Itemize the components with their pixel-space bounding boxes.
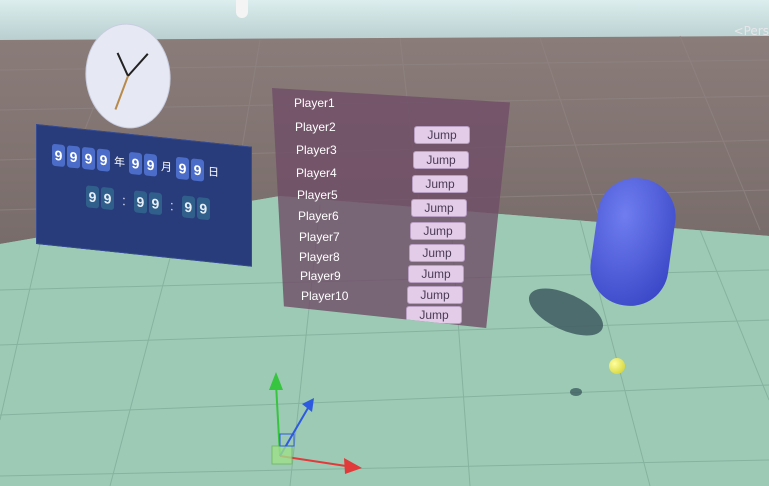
year-digit: 9 [82,146,95,171]
player-name: Player2 [295,120,336,134]
jump-button-player5[interactable]: Jump [411,199,467,217]
jump-button-player2[interactable]: Jump [414,126,470,144]
year-digit: 9 [52,143,65,168]
jump-button-player8[interactable]: Jump [408,265,464,283]
player-list-panel: Player1 Player2 Jump Player3 Jump Player… [272,88,510,328]
date-time-panel: 9 9 9 9 年 9 9 月 9 9 日 9 9 : 9 9 : 9 9 [36,124,252,267]
year-digit: 9 [97,148,110,172]
sphere-shadow [570,388,582,396]
year-digit: 9 [67,145,80,169]
month-digit: 9 [144,153,157,177]
player-name: Player7 [299,230,340,244]
jump-button-player3[interactable]: Jump [413,151,469,169]
day-digit: 9 [191,158,204,182]
jump-button-player9[interactable]: Jump [407,286,463,304]
time-separator: : [122,192,126,209]
month-unit: 月 [161,160,172,175]
time-row: 9 9 : 9 9 : 9 9 [86,185,210,221]
analog-clock [79,18,178,135]
player-name: Player9 [300,269,341,283]
scene-handle[interactable] [236,0,248,18]
day-unit: 日 [208,165,219,180]
hour-digit: 9 [86,185,99,209]
player-name: Player4 [296,166,337,180]
second-digit: 9 [181,195,195,219]
gizmo-plane-handle[interactable] [271,445,293,465]
time-separator: : [169,197,174,214]
player-name: Player3 [296,143,337,157]
month-digit: 9 [129,151,142,176]
second-digit: 9 [196,196,210,221]
day-digit: 9 [176,156,189,181]
hour-digit: 9 [101,186,114,211]
sphere[interactable] [609,358,625,374]
jump-button-player6[interactable]: Jump [410,222,466,240]
player-name: Player6 [298,209,339,223]
player-name: Player5 [297,188,338,202]
player-name: Player8 [299,250,340,264]
jump-button-player7[interactable]: Jump [409,244,465,262]
year-unit: 年 [114,155,125,170]
minute-digit: 9 [148,191,162,216]
player-name: Player10 [301,289,349,303]
perspective-label[interactable]: <Pers [734,24,769,38]
date-row: 9 9 9 9 年 9 9 月 9 9 日 [52,143,221,184]
player-name: Player1 [294,96,335,110]
minute-digit: 9 [133,190,147,214]
jump-button-player4[interactable]: Jump [412,175,468,193]
